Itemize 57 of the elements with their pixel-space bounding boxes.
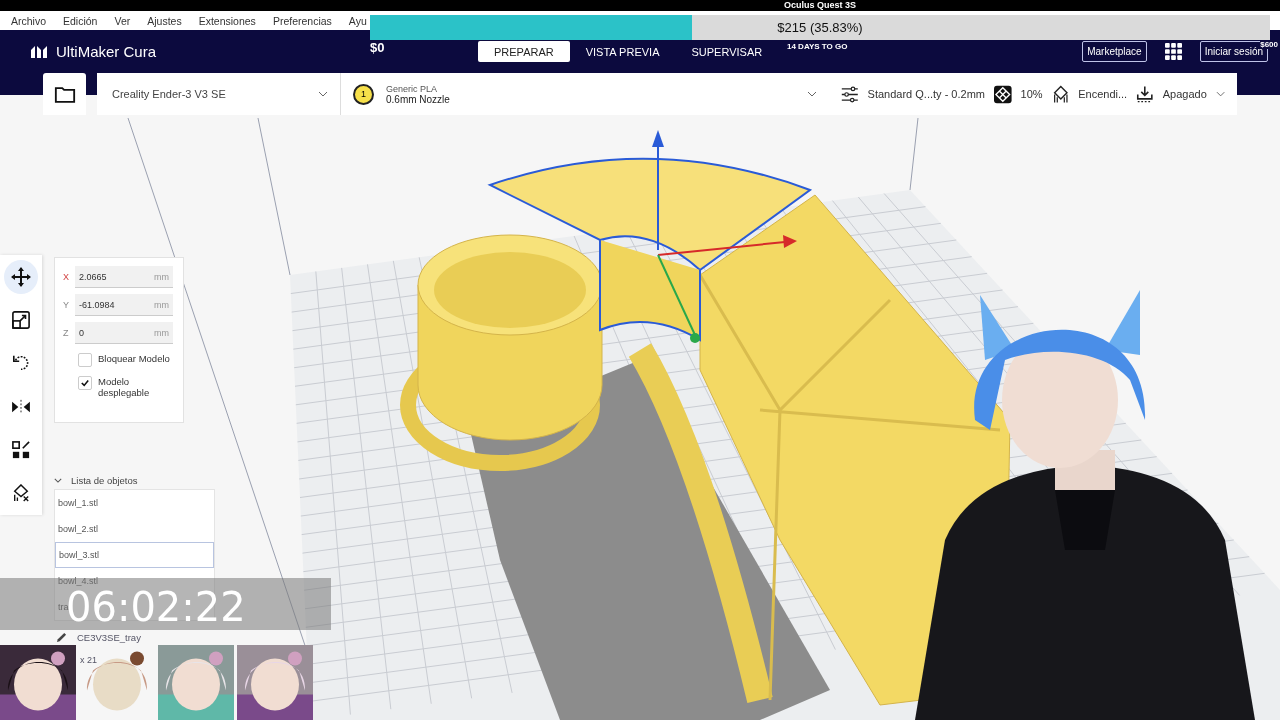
axis-label: Z (63, 328, 69, 338)
open-file-button[interactable] (43, 73, 86, 115)
folder-icon (53, 84, 76, 104)
object-list-item[interactable]: bowl_1.stl (55, 490, 102, 516)
printer-selector[interactable]: Creality Ender-3 V3 SE (97, 73, 341, 115)
goal-title: Oculus Quest 3S (783, 0, 857, 11)
chevron-icon (318, 91, 328, 97)
goal-amount: $215 (35.83%) (777, 20, 863, 35)
apps-icon[interactable] (1164, 43, 1182, 60)
extruder-selector[interactable]: 1 Generic PLA 0.6mm Nozzle (341, 73, 829, 115)
goal-target: $600 (1260, 40, 1278, 49)
stage-tab[interactable]: SUPERVISAR (675, 41, 779, 62)
check-icon (81, 379, 89, 387)
stage-tab[interactable]: PREPARAR (478, 41, 570, 62)
download-icon (1136, 84, 1154, 104)
logo-icon (30, 44, 50, 59)
object-list-item[interactable]: bowl_3.stl (55, 542, 214, 568)
header-button[interactable]: Marketplace (1082, 41, 1147, 62)
pencil-icon[interactable] (56, 632, 67, 643)
axis-label: X (63, 272, 69, 282)
stage-tab[interactable]: VISTA PREVIA (569, 41, 676, 62)
checkbox[interactable] (78, 353, 92, 367)
chevron-icon[interactable] (1215, 91, 1225, 97)
z-axis-arrow[interactable] (652, 130, 664, 251)
move-tool-icon[interactable] (4, 259, 38, 294)
project-name: CE3V3SE_tray (77, 632, 141, 643)
checkbox-label: Bloquear Modelo (98, 353, 170, 364)
menu-item[interactable]: Preferencias (272, 14, 332, 27)
menu-item[interactable]: Ver (114, 14, 131, 27)
y-axis-handle[interactable] (657, 254, 700, 343)
object-list-title[interactable]: Lista de objetos (71, 474, 138, 486)
coordinate-field[interactable]: -61.0984 mm (75, 294, 173, 316)
chevron-icon (807, 91, 817, 97)
menu-item[interactable]: Edición (63, 14, 98, 27)
support-setting[interactable]: Encendi... (1078, 88, 1128, 100)
adhesion-setting[interactable]: Apagado (1162, 88, 1207, 100)
caret-icon[interactable] (54, 477, 62, 483)
goal-minimum: $0 (370, 40, 385, 55)
menu-item[interactable]: Archivo (11, 14, 46, 27)
checkbox[interactable] (78, 376, 92, 390)
menu-item[interactable]: Ayu (348, 14, 367, 27)
sliders-icon (841, 84, 859, 104)
coordinate-field[interactable]: 0 mm (75, 322, 173, 344)
goal-days-left: 14 DAYS TO GO (787, 42, 848, 51)
checkbox-label: Modelo desplegable (98, 376, 151, 398)
x-axis-arrow[interactable] (657, 235, 797, 256)
profile-setting[interactable]: Standard Q...ty - 0.2mm (867, 88, 985, 100)
app-name: UltiMaker Cura (56, 43, 157, 60)
axis-label: Y (63, 300, 69, 310)
infill-icon (993, 84, 1012, 104)
model-dimensions: x 21 (80, 655, 97, 665)
support-icon (1051, 84, 1070, 104)
infill-setting[interactable]: 10% (1020, 88, 1043, 100)
menu-item[interactable]: Extensiones (198, 14, 256, 27)
object-list-item[interactable]: bowl_2.stl (55, 516, 102, 542)
menu-item[interactable]: Ajustes (147, 14, 182, 27)
coordinate-field[interactable]: 2.0665 mm (75, 266, 173, 288)
